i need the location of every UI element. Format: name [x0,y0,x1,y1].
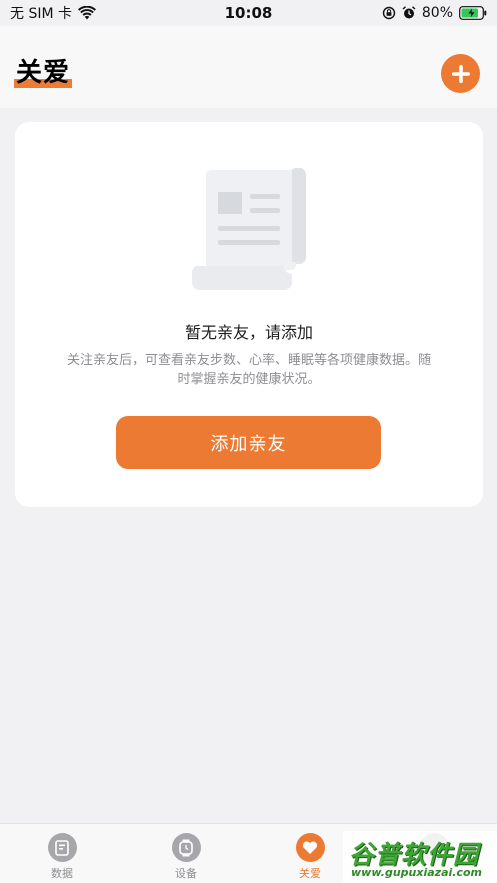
heart-icon [295,833,325,862]
plus-icon [451,64,470,83]
add-friend-button[interactable]: 添加亲友 [116,416,381,469]
watch-icon [171,833,201,862]
header: 关爱 [0,26,497,108]
status-right: 80% [327,5,487,21]
alarm-icon [402,6,416,19]
carrier-label: 无 SIM 卡 [10,6,72,22]
empty-document-icon [191,168,307,290]
tab-device-label: 设备 [175,867,197,880]
data-icon [47,833,77,862]
empty-state-description: 关注亲友后，可查看亲友步数、心率、睡眠等各项健康数据。随时掌握亲友的健康状况。 [66,353,431,387]
status-left: 无 SIM 卡 [10,3,170,23]
empty-state-card: 暂无亲友，请添加 关注亲友后，可查看亲友步数、心率、睡眠等各项健康数据。随时掌握… [15,122,483,507]
status-time: 10:08 [224,4,273,22]
tab-care-label: 关爱 [299,867,321,880]
care-screen: 无 SIM 卡 10:08 80% 关爱 暂无亲友，请添加 关注亲友后，可查看亲… [0,0,497,883]
watermark-url: www.gupuxiazai.com [351,866,482,879]
add-friend-plus-button[interactable] [441,54,480,93]
rotation-lock-icon [382,6,396,20]
battery-percent: 80% [421,5,453,21]
wifi-icon [78,6,96,20]
page-title: 关爱 [14,58,73,88]
tab-device[interactable]: 设备 [124,824,248,883]
empty-state-title: 暂无亲友，请添加 [184,323,313,342]
tab-data[interactable]: 数据 [0,824,124,883]
battery-icon [459,6,487,20]
watermark: 谷普软件园 www.gupuxiazai.com [343,831,497,883]
tab-data-label: 数据 [51,867,73,880]
status-bar: 无 SIM 卡 10:08 80% [0,0,497,26]
